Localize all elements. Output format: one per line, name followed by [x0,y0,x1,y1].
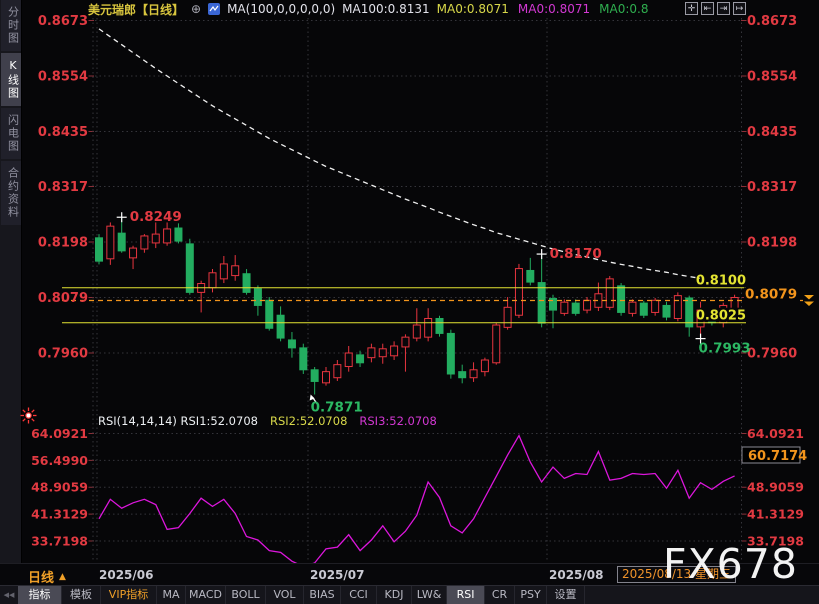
svg-text:48.9059: 48.9059 [31,480,88,495]
svg-text:0.8025: 0.8025 [696,309,746,324]
x-axis-label: 2025/06 [99,568,153,582]
toolbar-tab-LW&[interactable]: LW& [412,586,447,604]
svg-text:41.3129: 41.3129 [747,507,804,522]
period-label: 日线 [28,567,54,586]
support-resistance-lines: 0.8100 0.8025 [62,273,748,324]
sidebar-tab-闪电图[interactable]: 闪电图 [1,108,21,159]
svg-text:0.8317: 0.8317 [747,180,797,195]
toolbar-tab-模板[interactable]: 模板 [62,586,101,604]
sidebar-tab-分时图[interactable]: 分时图 [1,0,21,51]
svg-text:0.8554: 0.8554 [38,69,88,84]
window-controls: ✛⇤⇥↦ [685,2,746,15]
svg-text:0.8079: 0.8079 [745,287,797,303]
svg-text:56.4990: 56.4990 [31,453,88,468]
svg-text:0.7993: 0.7993 [699,341,751,357]
toolbar-tab-MA[interactable]: MA [157,586,186,604]
svg-text:0.8554: 0.8554 [747,69,797,84]
toolbar-tab-PSY[interactable]: PSY [515,586,547,604]
toolbar-tab-指标[interactable]: 指标 [18,586,62,604]
sidebar-tab-K线图[interactable]: K线图 [1,53,21,106]
rsi-params-label: RSI(14,14,14) RSI1:52.0708 [98,414,258,428]
svg-text:0.8100: 0.8100 [696,274,746,289]
toolbar-tab-VOL[interactable]: VOL [266,586,304,604]
pan-icon[interactable]: ✛ [685,2,698,15]
ma100-line [99,29,735,284]
indicator-settings-icon[interactable] [20,407,37,424]
ma-settings-label: MA(100,0,0,0,0,0) [227,2,335,16]
svg-text:0.8170: 0.8170 [550,246,602,262]
rsi-value-badge: 60.7174 [742,447,807,464]
watermark: FX678 [663,540,798,588]
x-axis-label: 2025/08 [549,568,603,582]
svg-text:0.8249: 0.8249 [130,209,182,225]
x-axis-label: 2025/07 [310,568,364,582]
svg-text:41.3129: 41.3129 [31,507,88,522]
rsi-header: RSI(14,14,14) RSI1:52.0708 RSI2:52.0708 … [98,414,437,428]
rsi3-label: RSI3:52.0708 [359,414,436,428]
svg-text:0.8317: 0.8317 [38,180,88,195]
svg-text:48.9059: 48.9059 [747,480,804,495]
toolbar-tab-MACD[interactable]: MACD [186,586,226,604]
toolbar-tab-设置[interactable]: 设置 [547,586,585,604]
svg-text:64.0921: 64.0921 [31,426,88,441]
fx678-chart-app: 分时图K线图闪电图合约资料 美元瑞郎【日线】 ⊕ MA(100,0,0,0,0,… [0,0,819,604]
chart-type-sidebar: 分时图K线图闪电图合约资料 [0,0,22,563]
dropdown-arrow-icon: ▲ [59,572,66,582]
ma100-value-label: MA100:0.8131 [342,2,430,16]
chart-canvas[interactable]: 0.8100 0.8025 0.8079 0.8673 0.8673 0.8554 0.85… [0,0,819,604]
axis-scale-left-icon[interactable]: ⇤ [701,2,714,15]
rsi2-label: RSI2:52.0708 [270,414,347,428]
svg-text:0.7960: 0.7960 [38,347,88,362]
ma-value-label: MA0:0.8071 [518,2,590,16]
symbol-title: 美元瑞郎【日线】 [88,1,184,18]
ma-value-label: MA0:0.8071 [437,2,509,16]
svg-text:0.8198: 0.8198 [38,236,88,251]
ma-value-label: MA0:0.8 [599,2,648,16]
toolbar-tab-BOLL[interactable]: BOLL [226,586,266,604]
toolbar-scroll-icon[interactable]: ◀◀ [0,586,18,604]
svg-text:0.8673: 0.8673 [747,14,797,29]
svg-text:0.8435: 0.8435 [747,125,797,140]
toolbar-tab-RSI[interactable]: RSI [447,586,485,604]
chart-header: 美元瑞郎【日线】 ⊕ MA(100,0,0,0,0,0) MA100:0.813… [88,1,648,17]
toolbar-tab-CCI[interactable]: CCI [341,586,377,604]
current-price-line: 0.8079 [62,287,814,307]
svg-text:60.7174: 60.7174 [748,449,807,464]
sidebar-tab-合约资料[interactable]: 合约资料 [1,161,21,225]
svg-text:33.7198: 33.7198 [31,533,88,548]
price-marker-icon [804,302,814,307]
detach-window-icon[interactable]: ↦ [733,2,746,15]
indicator-chart-icon[interactable] [208,3,220,15]
toolbar-tab-CR[interactable]: CR [485,586,515,604]
svg-text:64.0921: 64.0921 [747,426,804,441]
svg-text:0.8673: 0.8673 [38,14,88,29]
toolbar-tab-KDJ[interactable]: KDJ [377,586,412,604]
svg-text:0.8079: 0.8079 [38,291,88,306]
ma-values: MA0:0.8071 MA0:0.8071 MA0:0.8 [437,2,649,16]
svg-text:0.8198: 0.8198 [747,236,797,251]
expand-icon[interactable]: ⊕ [191,2,201,16]
period-selector[interactable]: 日线 ▲ [28,567,66,586]
svg-text:0.7960: 0.7960 [747,347,797,362]
toolbar-tab-VIP指标[interactable]: VIP指标 [101,586,157,604]
toolbar-tab-BIAS[interactable]: BIAS [304,586,341,604]
price-marker-icon [804,295,814,300]
axis-scale-right-icon[interactable]: ⇥ [717,2,730,15]
candlesticks [96,218,739,394]
svg-text:0.8435: 0.8435 [38,125,88,140]
